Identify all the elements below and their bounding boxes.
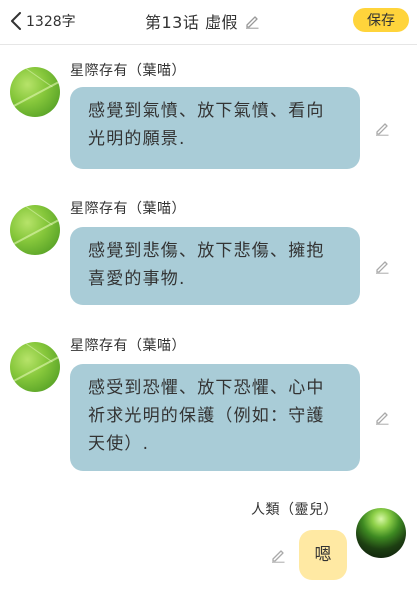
message-item: 星際存有（葉喵） 感覺到悲傷、放下悲傷、擁抱 喜愛的事物. bbox=[0, 198, 417, 318]
sender-name: 星際存有（葉喵） bbox=[70, 201, 186, 217]
pencil-icon[interactable] bbox=[374, 258, 390, 274]
save-button[interactable]: 保存 bbox=[353, 8, 409, 32]
message-item: 人類（靈兒） 嗯 bbox=[0, 497, 417, 597]
message-bubble[interactable]: 感覺到悲傷、放下悲傷、擁抱 喜愛的事物. bbox=[70, 227, 360, 305]
sender-name: 人類（靈兒） bbox=[251, 502, 338, 518]
avatar[interactable] bbox=[10, 342, 60, 392]
character-count: 1328字 bbox=[26, 14, 76, 30]
avatar[interactable] bbox=[10, 205, 60, 255]
message-item: 星際存有（葉喵） 感受到恐懼、放下恐懼、心中 祈求光明的保護（例如：守護 天使）… bbox=[0, 335, 417, 475]
title-area: 第13话 虛假 bbox=[145, 9, 260, 33]
avatar[interactable] bbox=[356, 508, 406, 558]
back-button[interactable]: 1328字 bbox=[10, 9, 76, 33]
sender-name: 星際存有（葉喵） bbox=[70, 63, 186, 79]
top-bar: 1328字 第13话 虛假 保存 bbox=[0, 0, 417, 45]
pencil-icon[interactable] bbox=[270, 547, 286, 563]
message-bubble[interactable]: 嗯 bbox=[299, 530, 347, 580]
chevron-left-icon bbox=[10, 12, 22, 30]
pencil-icon[interactable] bbox=[244, 13, 260, 29]
avatar[interactable] bbox=[10, 67, 60, 117]
message-item: 星際存有（葉喵） 感覺到氣憤、放下氣憤、看向 光明的願景. bbox=[0, 60, 417, 180]
chapter-title: 第13话 虛假 bbox=[145, 13, 238, 32]
pencil-icon[interactable] bbox=[374, 409, 390, 425]
sender-name: 星際存有（葉喵） bbox=[70, 338, 186, 354]
message-bubble[interactable]: 感覺到氣憤、放下氣憤、看向 光明的願景. bbox=[70, 87, 360, 169]
pencil-icon[interactable] bbox=[374, 120, 390, 136]
message-bubble[interactable]: 感受到恐懼、放下恐懼、心中 祈求光明的保護（例如：守護 天使）. bbox=[70, 364, 360, 471]
